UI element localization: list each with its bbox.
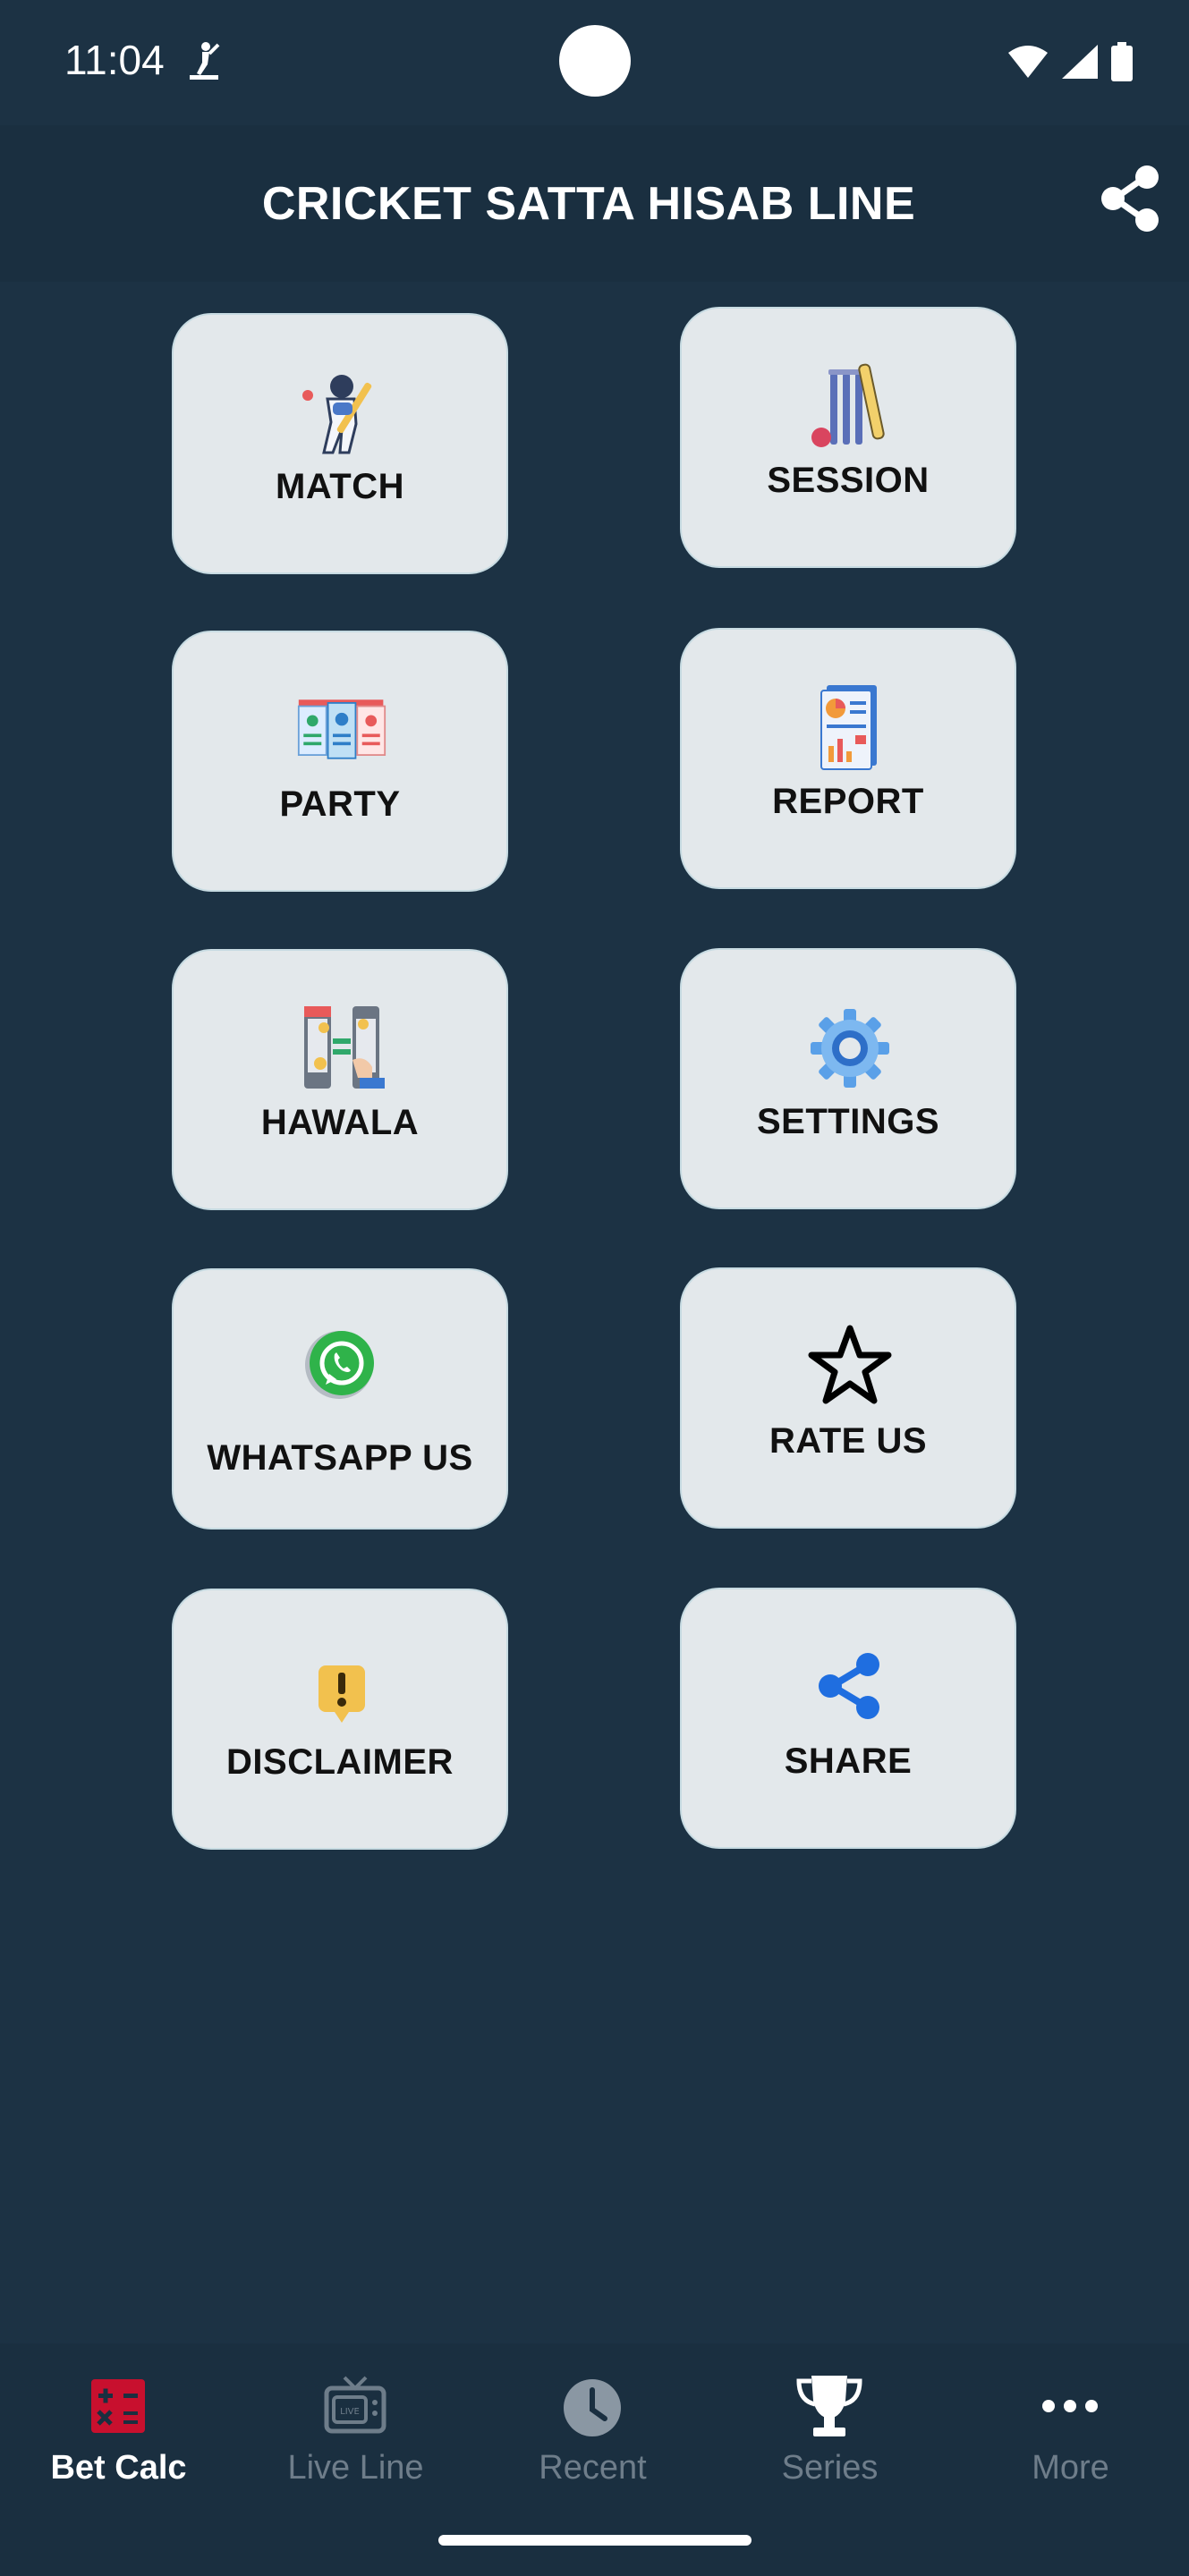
- nav-more[interactable]: More: [952, 2343, 1189, 2522]
- status-icons: [1006, 39, 1134, 84]
- report-icon: [820, 685, 877, 770]
- whatsapp-label: WHATSAPP US: [207, 1438, 473, 1478]
- live-tv-icon: LIVE: [324, 2376, 386, 2434]
- share-label: SHARE: [784, 1741, 913, 1781]
- report-label: REPORT: [772, 782, 924, 821]
- app-header: CRICKET SATTA HISAB LINE: [0, 125, 1189, 282]
- clock-icon: [564, 2379, 621, 2436]
- status-bar: 11:04: [0, 0, 1189, 125]
- report-tile[interactable]: REPORT: [680, 628, 1016, 889]
- nav-recent[interactable]: Recent: [474, 2343, 711, 2522]
- nav-bet-calc[interactable]: Bet Calc: [0, 2343, 237, 2522]
- match-tile[interactable]: MATCH: [172, 313, 508, 574]
- camera-cutout: [559, 25, 631, 97]
- money-transfer-icon: [304, 1006, 385, 1089]
- nav-label: Recent: [539, 2449, 647, 2487]
- nav-series[interactable]: Series: [711, 2343, 948, 2522]
- party-cards-icon: [297, 699, 386, 759]
- settings-label: SETTINGS: [756, 1102, 940, 1141]
- hawala-label: HAWALA: [260, 1103, 420, 1142]
- settings-tile[interactable]: SETTINGS: [680, 948, 1016, 1209]
- page-title: CRICKET SATTA HISAB LINE: [261, 178, 916, 230]
- wifi-icon: [1008, 46, 1048, 78]
- warning-icon: [318, 1665, 365, 1723]
- nav-label: Series: [781, 2449, 879, 2487]
- cell-signal-icon: [1062, 45, 1098, 79]
- session-tile[interactable]: SESSION: [680, 307, 1016, 568]
- more-dots-icon: [1042, 2400, 1098, 2412]
- nav-label: More: [1032, 2449, 1109, 2487]
- match-label: MATCH: [276, 467, 404, 506]
- whatsapp-tile[interactable]: WHATSAPP US: [172, 1268, 508, 1530]
- nav-label: Live Line: [287, 2449, 424, 2487]
- trophy-icon: [796, 2376, 862, 2436]
- gear-icon: [811, 1009, 889, 1088]
- whatsapp-icon: [305, 1331, 374, 1399]
- party-tile[interactable]: PARTY: [172, 631, 508, 892]
- share-icon: [819, 1653, 879, 1719]
- stumps-bat-icon: [811, 363, 885, 447]
- rate-us-tile[interactable]: RATE US: [680, 1267, 1016, 1529]
- status-time: 11:04: [64, 37, 165, 83]
- svg-text:LIVE: LIVE: [340, 2407, 360, 2417]
- party-label: PARTY: [279, 784, 401, 824]
- disclaimer-tile[interactable]: DISCLAIMER: [172, 1589, 508, 1850]
- hawala-tile[interactable]: HAWALA: [172, 949, 508, 1210]
- calculator-icon: [91, 2379, 145, 2433]
- rate-us-label: RATE US: [769, 1421, 928, 1461]
- battery-icon: [1111, 42, 1133, 81]
- home-indicator[interactable]: [438, 2535, 752, 2546]
- nav-label: Bet Calc: [50, 2449, 187, 2487]
- batsman-icon: [302, 375, 372, 454]
- star-icon: [808, 1325, 892, 1404]
- share-tile[interactable]: SHARE: [680, 1588, 1016, 1849]
- session-label: SESSION: [767, 461, 930, 500]
- disclaimer-label: DISCLAIMER: [226, 1742, 454, 1782]
- nav-live-line[interactable]: LIVE Live Line: [237, 2343, 474, 2522]
- app-screen: 11:04 CRICKET SATTA HISAB LINE MATCH SES…: [0, 0, 1189, 2576]
- share-icon[interactable]: [1095, 163, 1167, 234]
- cricket-app-notification-icon: [190, 42, 220, 80]
